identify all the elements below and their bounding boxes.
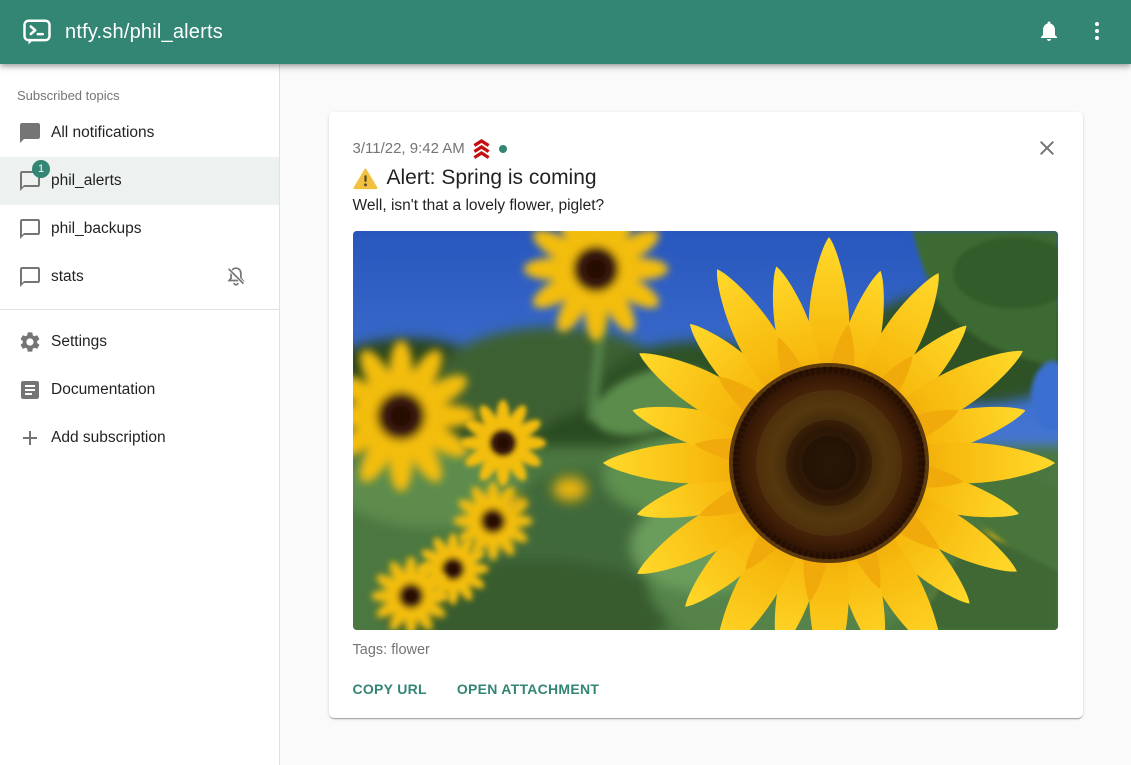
ntfy-logo-icon: [22, 17, 52, 47]
sidebar-item-phil-backups[interactable]: phil_backups: [0, 205, 279, 253]
notifications-button[interactable]: [1025, 8, 1073, 56]
priority-high-icon: [470, 138, 493, 159]
notification-title: Alert: Spring is coming: [387, 166, 597, 190]
sidebar-item-label: Settings: [51, 333, 107, 351]
sidebar-item-label: stats: [51, 268, 84, 286]
warning-triangle-icon: [353, 167, 378, 190]
sidebar: Subscribed topics All notifications 1 ph…: [0, 64, 280, 765]
page-title: ntfy.sh/phil_alerts: [65, 21, 223, 44]
gear-icon: [18, 330, 42, 354]
sidebar-item-phil-alerts[interactable]: 1 phil_alerts: [0, 157, 279, 205]
unread-count-badge: 1: [32, 160, 50, 178]
sidebar-item-label: Add subscription: [51, 429, 166, 447]
sidebar-item-documentation[interactable]: Documentation: [0, 366, 279, 414]
chat-bubble-outline-icon: [18, 217, 42, 241]
sidebar-item-label: All notifications: [51, 124, 154, 142]
close-notification-button[interactable]: [1033, 134, 1061, 162]
plus-icon: [18, 426, 42, 450]
copy-url-button[interactable]: COPY URL: [353, 674, 427, 704]
unread-indicator-dot: [499, 145, 507, 153]
tags-value: flower: [391, 642, 430, 658]
notification-meta: 3/11/22, 9:42 AM: [353, 138, 1059, 159]
close-icon: [1035, 148, 1059, 163]
kebab-menu-icon: [1085, 19, 1109, 46]
chat-bubble-outline-icon: [18, 265, 42, 289]
appbar-actions: [1025, 8, 1121, 56]
sidebar-item-add-subscription[interactable]: Add subscription: [0, 414, 279, 462]
bell-icon: [1037, 19, 1061, 46]
sidebar-item-label: phil_alerts: [51, 172, 122, 190]
app-bar: ntfy.sh/phil_alerts: [0, 0, 1131, 64]
overflow-menu-button[interactable]: [1073, 8, 1121, 56]
tags-line: Tags: flower: [353, 642, 1059, 658]
notification-actions: COPY URL OPEN ATTACHMENT: [353, 674, 1059, 704]
open-attachment-button[interactable]: OPEN ATTACHMENT: [457, 674, 599, 704]
chat-bubble-outline-icon: 1: [18, 169, 42, 193]
sidebar-item-settings[interactable]: Settings: [0, 318, 279, 366]
article-icon: [18, 378, 42, 402]
sidebar-divider: [0, 309, 279, 310]
main-content: 3/11/22, 9:42 AM A: [280, 64, 1131, 765]
sidebar-item-label: phil_backups: [51, 220, 141, 238]
chat-bubble-filled-icon: [18, 121, 42, 145]
notification-title-row: Alert: Spring is coming: [353, 166, 1059, 190]
attachment-image[interactable]: [353, 231, 1058, 630]
sidebar-item-label: Documentation: [51, 381, 155, 399]
notification-body: Well, isn't that a lovely flower, piglet…: [353, 197, 1059, 215]
notification-card: 3/11/22, 9:42 AM A: [329, 112, 1083, 718]
tags-label: Tags:: [353, 642, 388, 658]
notification-timestamp: 3/11/22, 9:42 AM: [353, 140, 465, 157]
subscribed-topics-label: Subscribed topics: [0, 64, 279, 109]
sidebar-item-all-notifications[interactable]: All notifications: [0, 109, 279, 157]
bell-off-icon: [224, 265, 248, 289]
sidebar-item-stats[interactable]: stats: [0, 253, 279, 301]
sunflower-photo: [353, 231, 1058, 630]
